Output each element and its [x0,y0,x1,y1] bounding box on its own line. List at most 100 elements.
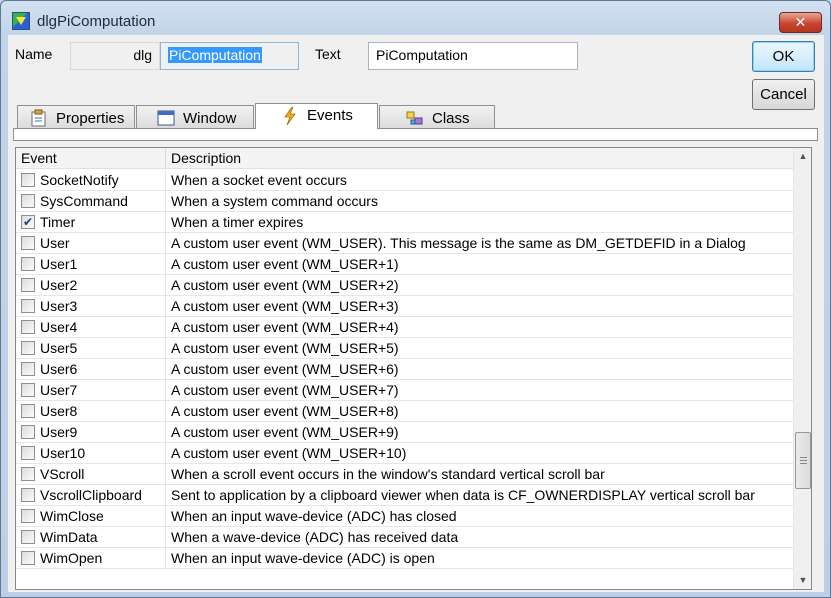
event-row[interactable]: User4 A custom user event (WM_USER+4) [16,317,793,338]
event-name: User10 [40,445,86,461]
ok-button[interactable]: OK [752,41,815,72]
event-name: User3 [40,298,78,314]
event-description: When a system command occurs [171,193,378,209]
text-input[interactable]: PiComputation [368,42,578,70]
tab-panel [13,128,818,141]
name-input[interactable]: PiComputation [160,42,299,70]
column-divider [165,191,166,212]
event-row[interactable]: User5 A custom user event (WM_USER+5) [16,338,793,359]
column-divider [165,527,166,548]
event-checkbox[interactable] [21,446,35,460]
event-checkbox[interactable] [21,383,35,397]
event-description: A custom user event (WM_USER+2) [171,277,399,293]
column-divider [165,485,166,506]
column-divider [165,506,166,527]
event-row[interactable]: SysCommand When a system command occurs [16,191,793,212]
header-divider[interactable] [165,148,166,169]
event-description: When a wave-device (ADC) has received da… [171,529,459,545]
event-checkbox[interactable] [21,299,35,313]
text-label: Text [315,46,341,62]
event-row[interactable]: User7 A custom user event (WM_USER+7) [16,380,793,401]
event-name: User4 [40,319,78,335]
tab-window-label: Window [183,110,237,127]
column-divider [165,338,166,359]
title-bar[interactable]: dlgPiComputation ✕ [1,1,830,35]
column-divider [165,401,166,422]
event-checkbox[interactable] [21,404,35,418]
event-name: VscrollClipboard [40,487,142,503]
event-checkbox[interactable] [21,236,35,250]
event-name: User [40,235,70,251]
scroll-down-icon[interactable]: ▼ [794,572,811,589]
event-row[interactable]: User9 A custom user event (WM_USER+9) [16,422,793,443]
name-prefix-text: dlg [133,47,152,63]
event-checkbox[interactable] [21,530,35,544]
tab-window[interactable]: Window [136,105,254,128]
event-checkbox[interactable] [21,194,35,208]
event-row[interactable]: VscrollClipboard Sent to application by a… [16,485,793,506]
event-checkbox[interactable] [21,425,35,439]
event-name: User7 [40,382,78,398]
event-description: A custom user event (WM_USER). This mess… [171,235,746,251]
tab-events[interactable]: Events [255,103,378,129]
event-checkbox[interactable] [21,278,35,292]
event-row[interactable]: User10 A custom user event (WM_USER+10) [16,443,793,464]
event-checkbox[interactable] [21,341,35,355]
tab-events-label: Events [307,107,353,124]
event-row[interactable]: VScroll When a scroll event occurs in the… [16,464,793,485]
event-description: A custom user event (WM_USER+1) [171,256,399,272]
column-divider [165,296,166,317]
event-description: When a scroll event occurs in the window… [171,466,605,482]
event-row[interactable]: User6 A custom user event (WM_USER+6) [16,359,793,380]
event-checkbox[interactable] [21,257,35,271]
event-checkbox[interactable] [21,509,35,523]
tab-properties[interactable]: Properties [17,105,135,128]
event-description: When an input wave-device (ADC) is open [171,550,435,566]
event-checkbox[interactable] [21,488,35,502]
event-row[interactable]: WimData When a wave-device (ADC) has rece… [16,527,793,548]
class-icon [406,111,423,125]
header-description[interactable]: Description [171,150,241,166]
event-description: When a timer expires [171,214,304,230]
event-row[interactable]: User2 A custom user event (WM_USER+2) [16,275,793,296]
event-checkbox[interactable] [21,173,35,187]
tab-class[interactable]: Class [379,105,495,128]
event-checkbox[interactable] [21,467,35,481]
scroll-up-icon[interactable]: ▲ [794,148,811,165]
vertical-scrollbar[interactable]: ▲ ▼ [793,148,811,589]
event-row[interactable]: User8 A custom user event (WM_USER+8) [16,401,793,422]
event-name: Timer [40,214,76,230]
cancel-button[interactable]: Cancel [752,79,815,110]
event-row[interactable]: WimClose When an input wave-device (ADC) … [16,506,793,527]
window-icon [157,110,175,126]
event-name: WimOpen [40,550,103,566]
event-checkbox[interactable] [21,551,35,565]
event-name: User5 [40,340,78,356]
app-icon [12,12,30,30]
column-divider [165,443,166,464]
event-description: A custom user event (WM_USER+4) [171,319,399,335]
column-divider [165,380,166,401]
event-row[interactable]: User1 A custom user event (WM_USER+1) [16,254,793,275]
event-row[interactable]: SocketNotify When a socket event occurs [16,170,793,191]
event-checkbox[interactable]: ✔ [21,215,35,229]
event-row[interactable]: WimOpen When an input wave-device (ADC) i… [16,548,793,569]
scroll-thumb[interactable] [795,432,811,489]
header-event[interactable]: Event [21,150,57,166]
event-checkbox[interactable] [21,320,35,334]
event-description: A custom user event (WM_USER+8) [171,403,399,419]
event-description: A custom user event (WM_USER+9) [171,424,399,440]
event-row[interactable]: User A custom user event (WM_USER). This … [16,233,793,254]
window-title: dlgPiComputation [37,13,156,30]
grid-rows: SocketNotify When a socket event occurs Sy… [16,170,793,569]
column-divider [165,422,166,443]
event-name: User1 [40,256,78,272]
event-name: VScroll [40,466,85,482]
events-grid[interactable]: Event Description SocketNotify When a soc… [15,147,812,590]
close-button[interactable]: ✕ [779,12,822,33]
event-name: WimClose [40,508,104,524]
event-row[interactable]: User3 A custom user event (WM_USER+3) [16,296,793,317]
event-checkbox[interactable] [21,362,35,376]
event-row[interactable]: ✔ Timer When a timer expires [16,212,793,233]
event-description: A custom user event (WM_USER+3) [171,298,399,314]
